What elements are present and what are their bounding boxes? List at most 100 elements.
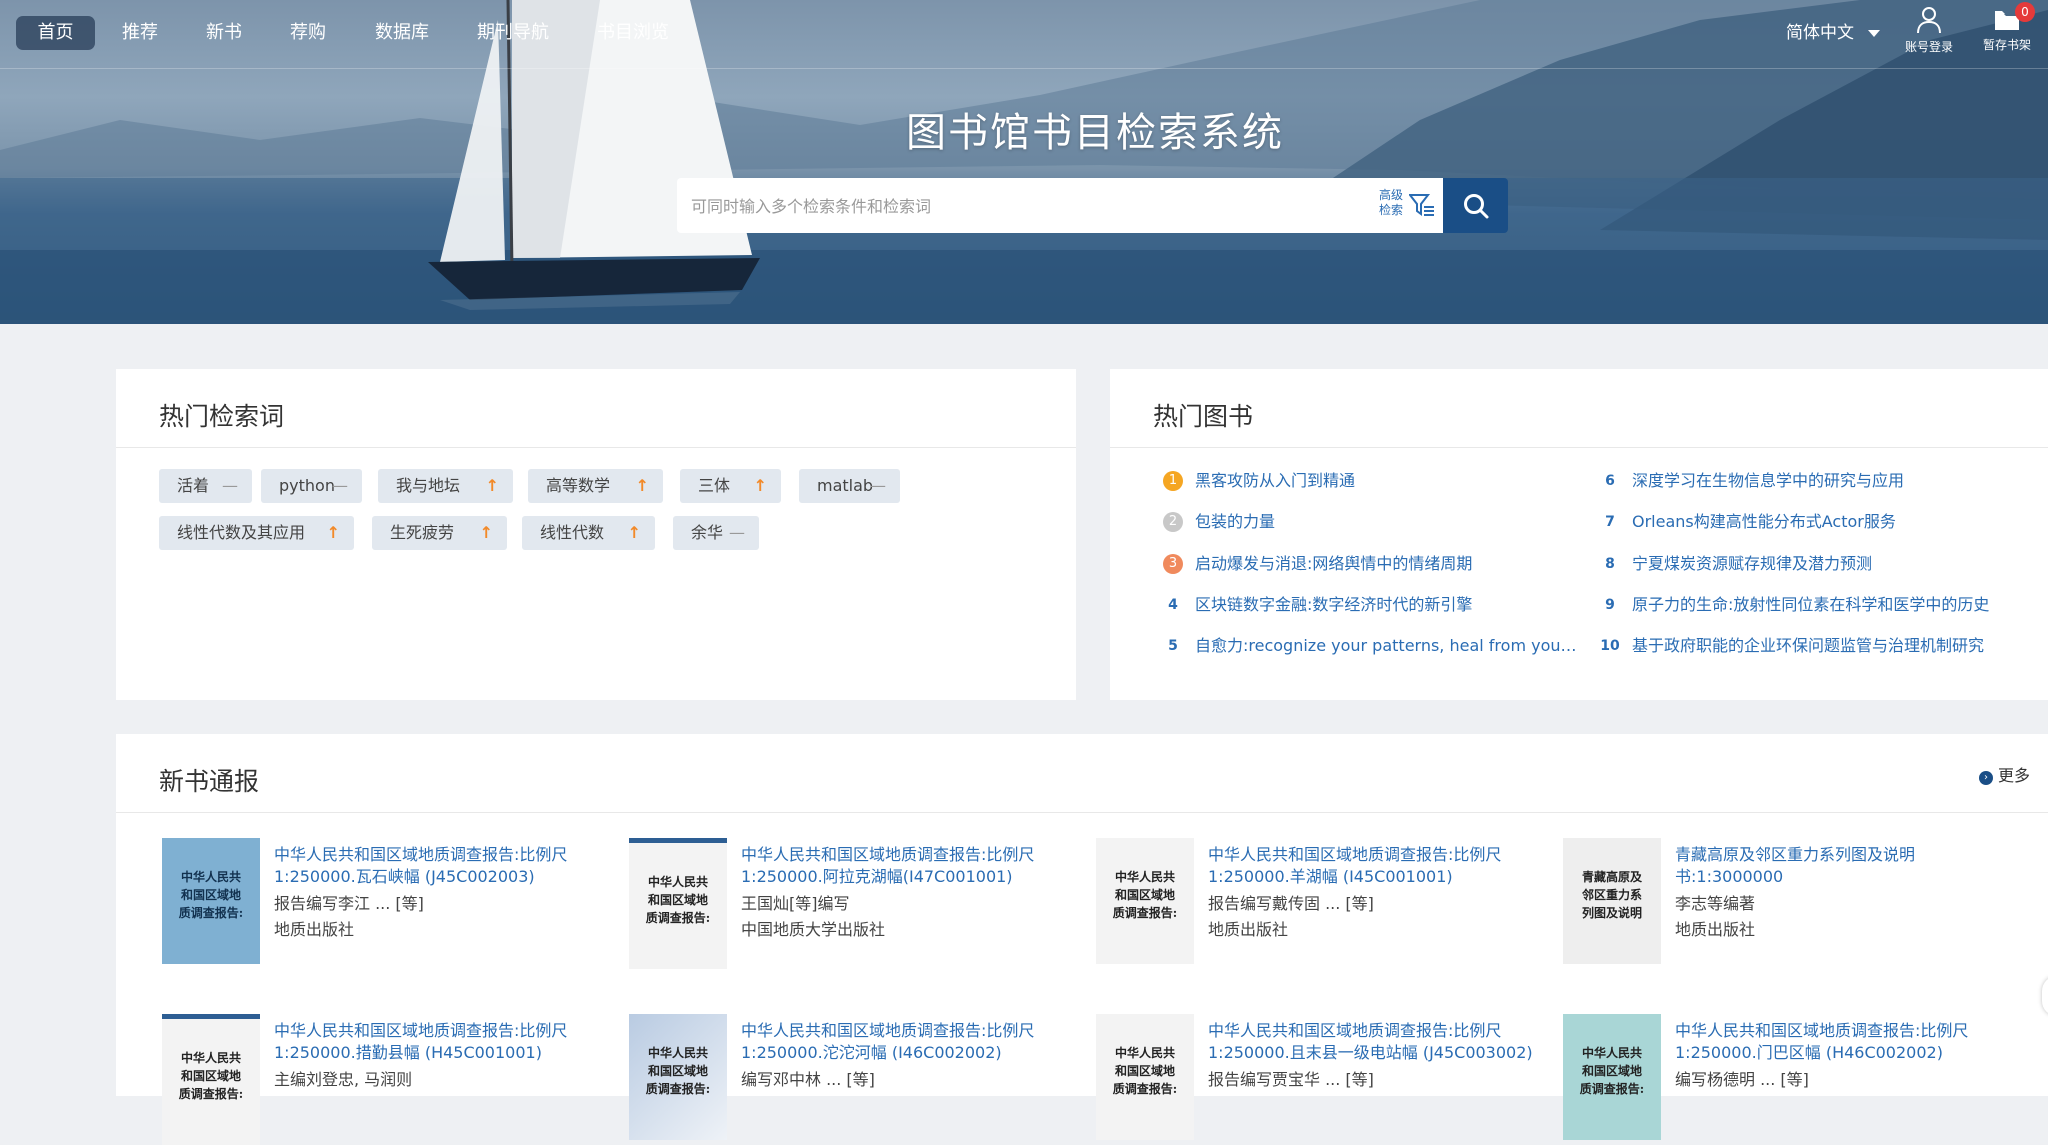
- book-cover-image[interactable]: 中华人民共 和国区域地 质调查报告:: [1096, 838, 1194, 964]
- book-cover-image[interactable]: 中华人民共 和国区域地 质调查报告:: [1563, 1014, 1661, 1140]
- hot-book-item[interactable]: 5 自愈力:recognize your patterns, heal from…: [1163, 631, 1583, 661]
- hot-book-item[interactable]: 7 Orleans构建高性能分布式Actor服务: [1600, 507, 2040, 537]
- new-book-title[interactable]: 青藏高原及邻区重力系列图及说明书:1:3000000: [1675, 844, 2005, 888]
- search-input[interactable]: [689, 178, 1353, 235]
- hot-term-label: 三体: [698, 476, 731, 495]
- new-book-card[interactable]: 中华人民共 和国区域地 质调查报告: 中华人民共和国区域地质调查报告:比例尺1:…: [1096, 1014, 1536, 1144]
- hot-book-item[interactable]: 3 启动爆发与消退:网络舆情中的情绪周期: [1163, 549, 1583, 579]
- new-book-card[interactable]: 中华人民共 和国区域地 质调查报告: 中华人民共和国区域地质调查报告:比例尺1:…: [629, 1014, 1069, 1144]
- new-book-author: 主编刘登忠, 马润则: [274, 1070, 413, 1089]
- hot-books-title: 热门图书: [1153, 402, 1254, 431]
- cover-text: 中华人民共 和国区域地 质调查报告:: [1112, 870, 1178, 920]
- hot-book-item[interactable]: 6 深度学习在生物信息学中的研究与应用: [1600, 466, 2040, 496]
- new-book-publisher: 地质出版社: [1208, 920, 1289, 939]
- rank-medal-gold: 1: [1163, 471, 1183, 491]
- book-cover-image[interactable]: 青藏高原及 邻区重力系 列图及说明: [1563, 838, 1661, 964]
- rank-number: 9: [1605, 597, 1615, 613]
- new-book-title[interactable]: 中华人民共和国区域地质调查报告:比例尺1:250000.瓦石峡幅 (J45C00…: [274, 844, 604, 888]
- new-book-title[interactable]: 中华人民共和国区域地质调查报告:比例尺1:250000.羊湖幅 (I45C001…: [1208, 844, 1538, 888]
- hero-banner: 首页 推荐 新书 荐购 数据库 期刊导航 书目浏览 简体中文 账号登录 0 暂存…: [0, 0, 2048, 324]
- trend-up-icon: ↑: [753, 476, 767, 495]
- hot-book-title[interactable]: 宁夏煤炭资源赋存规律及潜力预测: [1632, 549, 2042, 579]
- rank-number: 10: [1600, 638, 1620, 654]
- new-book-card[interactable]: 中华人民共 和国区域地 质调查报告: 中华人民共和国区域地质调查报告:比例尺1:…: [1096, 838, 1536, 968]
- new-book-card[interactable]: 中华人民共 和国区域地 质调查报告: 中华人民共和国区域地质调查报告:比例尺1:…: [162, 838, 602, 968]
- hot-term-tag[interactable]: python —: [261, 469, 362, 503]
- book-cover-image[interactable]: 中华人民共 和国区域地 质调查报告:: [629, 1014, 727, 1140]
- hot-book-item[interactable]: 9 原子力的生命:放射性同位素在科学和医学中的历史: [1600, 590, 2040, 620]
- rank-number: 8: [1605, 556, 1615, 572]
- hot-book-title[interactable]: 原子力的生命:放射性同位素在科学和医学中的历史: [1632, 590, 2042, 620]
- book-cart-button[interactable]: 0 暂存书架: [1974, 2, 2040, 62]
- advanced-search-button[interactable]: 高级检索: [1379, 188, 1439, 224]
- language-label: 简体中文: [1786, 23, 1854, 43]
- hot-book-item[interactable]: 4 区块链数字金融:数字经济时代的新引擎: [1163, 590, 1583, 620]
- nav-catalog-browse[interactable]: 书目浏览: [590, 16, 676, 50]
- search-button[interactable]: [1443, 178, 1508, 233]
- cover-text: 中华人民共 和国区域地 质调查报告:: [178, 870, 244, 920]
- account-login-button[interactable]: 账号登录: [1896, 6, 1962, 62]
- hot-term-tag[interactable]: 生死疲劳 ↑: [372, 516, 507, 550]
- nav-home[interactable]: 首页: [16, 16, 95, 50]
- nav-recommend[interactable]: 推荐: [110, 16, 170, 50]
- new-book-author: 编写杨德明 ... [等]: [1675, 1070, 1809, 1089]
- hot-book-title[interactable]: 区块链数字金融:数字经济时代的新引擎: [1195, 590, 1585, 620]
- nav-purchase-suggestion[interactable]: 荐购: [278, 16, 338, 50]
- more-link[interactable]: › 更多: [1978, 762, 2030, 786]
- nav-divider: [0, 68, 2048, 69]
- hot-book-title[interactable]: 启动爆发与消退:网络舆情中的情绪周期: [1195, 549, 1585, 579]
- cover-text: 青藏高原及 邻区重力系 列图及说明: [1581, 870, 1642, 920]
- book-cover-image[interactable]: 中华人民共 和国区域地 质调查报告:: [162, 838, 260, 964]
- book-cover-image[interactable]: 中华人民共 和国区域地 质调查报告:: [162, 1014, 260, 1145]
- hot-book-item[interactable]: 2 包装的力量: [1163, 507, 1583, 537]
- panel-divider: [116, 812, 2048, 813]
- hot-term-label: 高等数学: [546, 476, 611, 495]
- hot-term-label: python: [279, 476, 335, 495]
- hot-term-tag[interactable]: matlab —: [799, 469, 900, 503]
- top-navigation: 首页 推荐 新书 荐购 数据库 期刊导航 书目浏览 简体中文 账号登录 0 暂存…: [0, 0, 2048, 68]
- book-cover-image[interactable]: 中华人民共 和国区域地 质调查报告:: [1096, 1014, 1194, 1140]
- new-book-title[interactable]: 中华人民共和国区域地质调查报告:比例尺1:250000.措勤县幅 (H45C00…: [274, 1020, 604, 1064]
- hot-book-title[interactable]: Orleans构建高性能分布式Actor服务: [1632, 507, 2042, 537]
- new-book-title[interactable]: 中华人民共和国区域地质调查报告:比例尺1:250000.且末县一级电站幅 (J4…: [1208, 1020, 1538, 1064]
- language-selector[interactable]: 简体中文: [1786, 16, 1880, 50]
- book-cart-label: 暂存书架: [1982, 38, 2031, 52]
- hot-term-tag[interactable]: 三体 ↑: [680, 469, 781, 503]
- magnifier-icon: [1464, 194, 1489, 219]
- new-book-card[interactable]: 中华人民共 和国区域地 质调查报告: 中华人民共和国区域地质调查报告:比例尺1:…: [1563, 1014, 2003, 1144]
- hot-search-terms-panel: 热门检索词 活着 — python — 我与地坛 ↑ 高等数学 ↑ 三体 ↑ matlab…: [116, 369, 1076, 700]
- hot-book-item[interactable]: 10 基于政府职能的企业环保问题监管与治理机制研究: [1596, 631, 2040, 661]
- new-book-title[interactable]: 中华人民共和国区域地质调查报告:比例尺1:250000.阿拉克湖幅(I47C00…: [741, 844, 1071, 888]
- new-book-publisher: 地质出版社: [1675, 920, 1756, 939]
- hot-term-tag[interactable]: 线性代数及其应用 ↑: [159, 516, 354, 550]
- hot-term-label: 我与地坛: [396, 476, 461, 495]
- new-book-card[interactable]: 中华人民共 和国区域地 质调查报告: 中华人民共和国区域地质调查报告:比例尺1:…: [162, 1014, 604, 1145]
- hot-book-title[interactable]: 基于政府职能的企业环保问题监管与治理机制研究: [1632, 631, 2042, 661]
- new-book-title[interactable]: 中华人民共和国区域地质调查报告:比例尺1:250000.门巴区幅 (H46C00…: [1675, 1020, 2005, 1064]
- new-book-author: 编写邓中林 ... [等]: [741, 1070, 875, 1089]
- hot-book-title[interactable]: 自愈力:recognize your patterns, heal from y…: [1195, 631, 1583, 661]
- hot-book-item[interactable]: 8 宁夏煤炭资源赋存规律及潜力预测: [1600, 549, 2040, 579]
- hot-term-tag[interactable]: 我与地坛 ↑: [378, 469, 513, 503]
- nav-databases[interactable]: 数据库: [366, 16, 438, 50]
- hot-term-label: 线性代数: [540, 523, 605, 542]
- hot-term-label: 生死疲劳: [390, 523, 455, 542]
- new-book-title[interactable]: 中华人民共和国区域地质调查报告:比例尺1:250000.沱沱河幅 (I46C00…: [741, 1020, 1071, 1064]
- book-cover-image[interactable]: 中华人民共 和国区域地 质调查报告:: [629, 838, 727, 969]
- hot-book-title[interactable]: 黑客攻防从入门到精通: [1195, 466, 1585, 496]
- hot-term-tag[interactable]: 余华 —: [673, 516, 759, 550]
- rank-number: 7: [1605, 514, 1615, 530]
- search-box: 高级检索: [677, 178, 1443, 235]
- new-book-card[interactable]: 青藏高原及 邻区重力系 列图及说明 青藏高原及邻区重力系列图及说明书:1:300…: [1563, 838, 2003, 968]
- hot-book-item[interactable]: 1 黑客攻防从入门到精通: [1163, 466, 1583, 496]
- hot-term-tag[interactable]: 活着 —: [159, 469, 252, 503]
- hot-term-tag[interactable]: 线性代数 ↑: [522, 516, 655, 550]
- new-book-card[interactable]: 中华人民共 和国区域地 质调查报告: 中华人民共和国区域地质调查报告:比例尺1:…: [629, 838, 1071, 969]
- hot-search-terms-title: 热门检索词: [159, 402, 285, 431]
- nav-new-books[interactable]: 新书: [194, 16, 254, 50]
- hot-term-tag[interactable]: 高等数学 ↑: [528, 469, 663, 503]
- hot-book-title[interactable]: 包装的力量: [1195, 507, 1585, 537]
- hot-book-title[interactable]: 深度学习在生物信息学中的研究与应用: [1632, 466, 2042, 496]
- nav-journal-guide[interactable]: 期刊导航: [470, 16, 556, 50]
- page-title: 图书馆书目检索系统: [906, 110, 1284, 156]
